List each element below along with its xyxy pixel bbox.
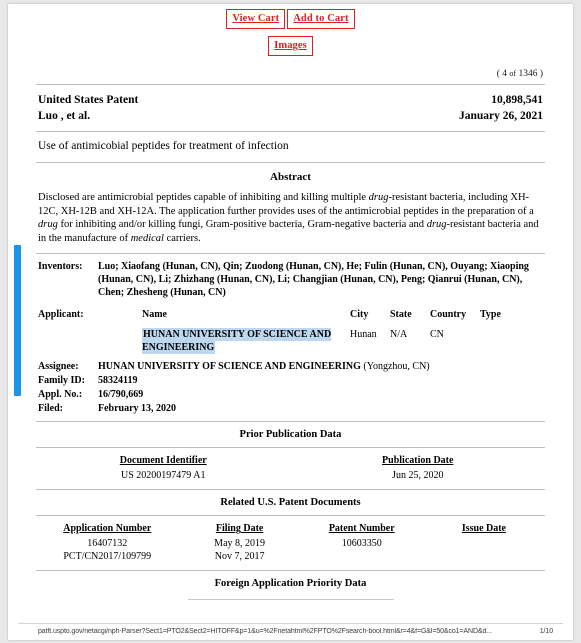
document-content: View Cart Add to Cart Images ( 4 of 1346 … <box>8 4 573 601</box>
cart-button-row: View Cart Add to Cart <box>36 4 545 29</box>
counter-close-paren: ) <box>539 69 543 79</box>
abstract-italic-1: drug <box>368 192 389 203</box>
prior-publication-heading: Prior Publication Data <box>239 429 342 441</box>
result-counter: ( 4 of 1346 ) <box>36 56 545 84</box>
related-filing-date: May 8, 2019 <box>214 538 266 550</box>
related-patent-number <box>301 550 423 563</box>
abstract-italic-4: medical <box>130 232 164 244</box>
abstract-italic-2: drug <box>38 219 58 231</box>
prior-pub-document-identifier: US 20200197479 A1 <box>121 470 206 482</box>
issue-date: January 26, 2021 <box>458 110 543 122</box>
applicant-header-row: Applicant: Name City State Country Type <box>36 308 545 321</box>
footer-page-number: 1/10 <box>539 628 553 635</box>
appl-no-value: 16/790,669 <box>98 389 144 401</box>
view-cart-button[interactable]: View Cart <box>226 9 286 29</box>
appl-no-row: Appl. No.: 16/790,669 <box>36 388 545 401</box>
appl-no-label: Appl. No.: <box>38 389 83 401</box>
applicant-col-country: Country <box>430 309 467 321</box>
related-issue-date <box>423 537 545 550</box>
related-col-issue-date: Issue Date <box>461 523 506 535</box>
related-documents-table: Application Number Filing Date Patent Nu… <box>36 523 545 563</box>
filed-label: Filed: <box>38 403 63 415</box>
family-id-label: Family ID: <box>38 375 85 387</box>
assignee-name: HUNAN UNIVERSITY OF SCIENCE AND ENGINEER… <box>98 361 361 373</box>
assignee-value-wrap: HUNAN UNIVERSITY OF SCIENCE AND ENGINEER… <box>98 360 545 373</box>
prior-publication-header-row: Document Identifier Publication Date <box>36 455 545 469</box>
foreign-priority-table-top-border <box>187 599 394 601</box>
family-id-row: Family ID: 58324119 <box>36 374 545 387</box>
applicant-city-cell: Hunan <box>350 329 377 341</box>
inventors-value: Luo; Xiaofang (Hunan, CN), Qin; Zuodong … <box>98 261 529 299</box>
related-col-application-number: Application Number <box>63 523 152 535</box>
related-filing-date: Nov 7, 2017 <box>214 551 265 563</box>
applicant-name-cell: HUNAN UNIVERSITY OF SCIENCE AND ENGINEER… <box>98 328 350 355</box>
counter-open-paren: ( <box>496 69 500 79</box>
bibliographic-block: Inventors: Luo; Xiaofang (Hunan, CN), Qi… <box>36 254 545 421</box>
counter-current: 4 <box>502 69 508 79</box>
related-patent-number: 10603350 <box>341 538 382 550</box>
primary-inventor: Luo , et al. <box>38 110 91 122</box>
applicant-col-type: Type <box>480 309 501 321</box>
foreign-priority-heading: Foreign Application Priority Data <box>214 578 367 590</box>
patent-header: United States Patent 10,898,541 Luo , et… <box>36 85 545 131</box>
footer-url: patft.uspto.gov/netacgi/nph-Parser?Sect1… <box>38 628 492 635</box>
applicant-state-cell: N/A <box>390 329 408 341</box>
prior-pub-publication-date: Jun 25, 2020 <box>392 470 444 482</box>
abstract-heading: Abstract <box>270 171 311 183</box>
related-header-row: Application Number Filing Date Patent Nu… <box>36 523 545 537</box>
page-footer: patft.uspto.gov/netacgi/nph-Parser?Sect1… <box>8 623 573 640</box>
filed-row: Filed: February 13, 2020 <box>36 402 545 415</box>
table-row: PCT/CN2017/109799 Nov 7, 2017 <box>36 550 545 563</box>
table-row: 16407132 May 8, 2019 10603350 <box>36 537 545 550</box>
prior-pub-col-document-identifier: Document Identifier <box>119 455 207 467</box>
related-col-filing-date: Filing Date <box>215 523 264 535</box>
office-name: United States Patent <box>38 94 139 106</box>
inventors-label: Inventors: <box>38 261 83 273</box>
abstract-seg-5: carriers. <box>163 232 201 244</box>
images-button-row: Images <box>36 29 545 56</box>
related-col-patent-number: Patent Number <box>328 523 395 535</box>
applicant-country-cell: CN <box>430 329 444 341</box>
patent-header-line-1: United States Patent 10,898,541 <box>38 92 543 108</box>
applicant-data: HUNAN UNIVERSITY OF SCIENCE AND ENGINEER… <box>98 328 514 355</box>
inventors-row: Inventors: Luo; Xiaofang (Hunan, CN), Qi… <box>36 260 545 299</box>
table-row: US 20200197479 A1 Jun 25, 2020 <box>36 469 545 482</box>
assignee-row: Assignee: HUNAN UNIVERSITY OF SCIENCE AN… <box>36 360 545 373</box>
counter-total: 1346 <box>518 69 538 79</box>
abstract-seg-1: Disclosed are antimicrobial peptides cap… <box>38 192 369 203</box>
patent-number: 10,898,541 <box>491 94 543 106</box>
abstract-seg-3: for inhibiting and/or killing fungi, Gra… <box>57 219 427 231</box>
filed-value: February 13, 2020 <box>98 403 177 415</box>
add-to-cart-button[interactable]: Add to Cart <box>287 9 355 29</box>
images-button[interactable]: Images <box>268 36 313 56</box>
applicant-col-state: State <box>390 309 412 321</box>
applicant-col-name: Name <box>142 309 167 321</box>
footer-divider <box>18 623 563 624</box>
abstract-text: Disclosed are antimicrobial peptides cap… <box>36 191 545 253</box>
divider-below-prior-pub-heading <box>36 447 545 449</box>
prior-publication-table: Document Identifier Publication Date US … <box>36 455 545 482</box>
family-id-value: 58324119 <box>98 375 138 387</box>
divider-below-related-heading <box>36 515 545 517</box>
applicant-col-city: City <box>350 309 369 321</box>
related-application-number: PCT/CN2017/109799 <box>63 551 152 563</box>
counter-of: of <box>509 69 517 78</box>
related-documents-heading: Related U.S. Patent Documents <box>220 497 361 509</box>
patent-document-page: View Cart Add to Cart Images ( 4 of 1346 … <box>8 4 573 640</box>
footer-line: patft.uspto.gov/netacgi/nph-Parser?Sect1… <box>18 628 563 640</box>
applicant-name-highlight: HUNAN UNIVERSITY OF SCIENCE AND ENGINEER… <box>142 328 332 355</box>
applicant-column-headers: Name City State Country Type <box>98 308 545 321</box>
applicant-value-row: HUNAN UNIVERSITY OF SCIENCE AND ENGINEER… <box>36 321 545 355</box>
abstract-italic-3: drug <box>426 219 447 231</box>
assignee-label: Assignee: <box>38 361 79 373</box>
related-application-number: 16407132 <box>87 538 128 550</box>
browser-viewport: View Cart Add to Cart Images ( 4 of 1346 … <box>0 0 581 643</box>
patent-title: Use of antimicobial peptides for treatme… <box>38 140 289 152</box>
applicant-label: Applicant: <box>38 309 84 321</box>
patent-header-line-2: Luo , et al. January 26, 2021 <box>38 108 543 124</box>
assignee-location: (Yongzhou, CN) <box>363 361 430 373</box>
related-issue-date <box>423 550 545 563</box>
prior-pub-col-publication-date: Publication Date <box>382 455 454 467</box>
